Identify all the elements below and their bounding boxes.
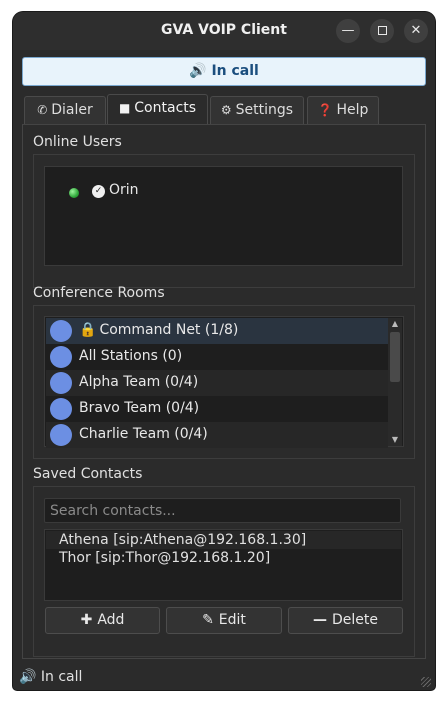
scrollbar-thumb[interactable] bbox=[390, 332, 400, 382]
contact-card-icon: ■ bbox=[118, 101, 131, 115]
maximize-button[interactable] bbox=[370, 19, 394, 43]
room-item-charlie-team[interactable]: Charlie Team (0/4) bbox=[46, 422, 388, 448]
phone-icon: ✆ bbox=[37, 103, 48, 117]
add-contact-button[interactable]: ✚ Add bbox=[45, 607, 160, 634]
conference-rooms-label: Conference Rooms bbox=[33, 285, 165, 301]
question-icon: ❓ bbox=[317, 103, 333, 117]
app-window: GVA VOIP Client — ✕ 🔊 In call ✆ Dialer ■ C… bbox=[13, 12, 435, 690]
room-item-bravo-team[interactable]: Bravo Team (0/4) bbox=[46, 396, 388, 422]
conference-rooms-list[interactable]: 🔒 Command Net (1/8) All Stations (0) Alph… bbox=[44, 316, 404, 448]
online-users-list[interactable] bbox=[44, 166, 403, 266]
tab-settings[interactable]: ⚙ Settings bbox=[210, 96, 304, 124]
room-item-all-stations[interactable]: All Stations (0) bbox=[46, 344, 388, 370]
rooms-scrollbar[interactable]: ▲ ▼ bbox=[388, 318, 402, 446]
scroll-up-icon[interactable]: ▲ bbox=[388, 318, 402, 330]
close-icon: ✕ bbox=[410, 23, 422, 38]
saved-contacts-list[interactable]: Athena [sip:Athena@192.168.1.30] Thor [s… bbox=[44, 529, 403, 601]
delete-contact-button[interactable]: — Delete bbox=[288, 607, 403, 634]
call-status-banner: 🔊 In call bbox=[22, 57, 426, 86]
online-users-label: Online Users bbox=[33, 134, 122, 150]
search-input[interactable] bbox=[44, 498, 401, 523]
title-bar[interactable]: GVA VOIP Client — ✕ bbox=[13, 12, 435, 50]
status-text: In call bbox=[40, 669, 83, 685]
maximize-icon bbox=[377, 26, 387, 35]
check-icon: ✓ bbox=[92, 185, 105, 198]
resize-grip-icon[interactable] bbox=[421, 677, 431, 687]
status-bar: 🔊 In call bbox=[13, 664, 435, 690]
contact-item-athena[interactable]: Athena [sip:Athena@192.168.1.30] bbox=[46, 531, 401, 549]
group-icon bbox=[50, 372, 72, 394]
edit-icon: ✎ bbox=[202, 612, 214, 628]
close-button[interactable]: ✕ bbox=[404, 19, 428, 43]
banner-text: In call bbox=[211, 63, 259, 79]
minimize-button[interactable]: — bbox=[336, 19, 360, 43]
tab-dialer[interactable]: ✆ Dialer bbox=[24, 96, 106, 124]
plus-icon: ✚ bbox=[80, 612, 93, 628]
contact-item-thor[interactable]: Thor [sip:Thor@192.168.1.20] bbox=[46, 549, 401, 567]
scroll-down-icon[interactable]: ▼ bbox=[388, 434, 402, 446]
group-icon bbox=[50, 398, 72, 420]
gear-icon: ⚙ bbox=[220, 103, 232, 117]
online-status-icon bbox=[69, 188, 79, 198]
edit-contact-button[interactable]: ✎ Edit bbox=[166, 607, 282, 634]
lock-icon: 🔒 bbox=[79, 322, 97, 338]
room-item-alpha-team[interactable]: Alpha Team (0/4) bbox=[46, 370, 388, 396]
room-item-command-net[interactable]: 🔒 Command Net (1/8) bbox=[46, 318, 388, 344]
minus-icon: — bbox=[313, 612, 327, 628]
minimize-icon: — bbox=[341, 23, 355, 38]
tab-help[interactable]: ❓ Help bbox=[307, 96, 379, 124]
group-icon bbox=[50, 346, 72, 368]
group-icon bbox=[50, 320, 72, 342]
speaker-icon: 🔊 bbox=[189, 63, 207, 79]
group-icon bbox=[50, 424, 72, 446]
tab-contacts[interactable]: ■ Contacts bbox=[107, 94, 208, 125]
speaker-icon: 🔊 bbox=[19, 669, 37, 685]
saved-contacts-label: Saved Contacts bbox=[33, 466, 143, 482]
